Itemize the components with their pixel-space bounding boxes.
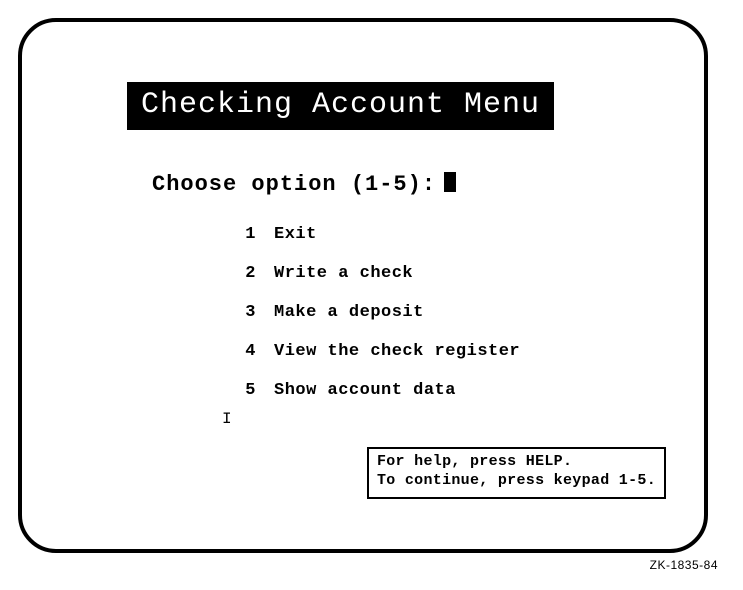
figure-id: ZK-1835-84: [650, 558, 718, 572]
help-line-1: For help, press HELP.: [377, 453, 656, 472]
option-number: 5: [232, 381, 256, 400]
text-cursor-icon: I: [222, 410, 232, 428]
option-3[interactable]: 3 Make a deposit: [232, 303, 674, 322]
option-number: 1: [232, 225, 256, 244]
input-cursor[interactable]: [444, 172, 456, 192]
help-box: For help, press HELP. To continue, press…: [367, 447, 666, 499]
menu-title: Checking Account Menu: [127, 82, 554, 130]
option-number: 4: [232, 342, 256, 361]
option-number: 2: [232, 264, 256, 283]
option-4[interactable]: 4 View the check register: [232, 342, 674, 361]
help-line-2: To continue, press keypad 1-5.: [377, 472, 656, 491]
option-label: View the check register: [274, 342, 520, 361]
menu-options: 1 Exit 2 Write a check 3 Make a deposit …: [232, 225, 674, 400]
option-5[interactable]: 5 Show account data: [232, 381, 674, 400]
prompt-text: Choose option (1-5):: [152, 172, 436, 197]
terminal-screen: Checking Account Menu Choose option (1-5…: [18, 18, 708, 553]
option-label: Show account data: [274, 381, 456, 400]
option-label: Write a check: [274, 264, 413, 283]
option-2[interactable]: 2 Write a check: [232, 264, 674, 283]
prompt-row: Choose option (1-5):: [152, 170, 674, 197]
option-label: Exit: [274, 225, 317, 244]
option-1[interactable]: 1 Exit: [232, 225, 674, 244]
option-number: 3: [232, 303, 256, 322]
option-label: Make a deposit: [274, 303, 424, 322]
